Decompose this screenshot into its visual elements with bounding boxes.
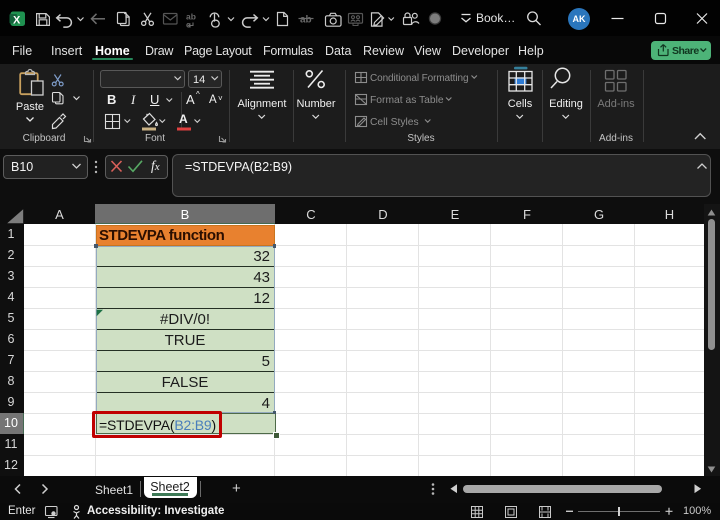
svg-text:ab: ab [300, 15, 312, 26]
svg-text:X: X [13, 14, 21, 26]
